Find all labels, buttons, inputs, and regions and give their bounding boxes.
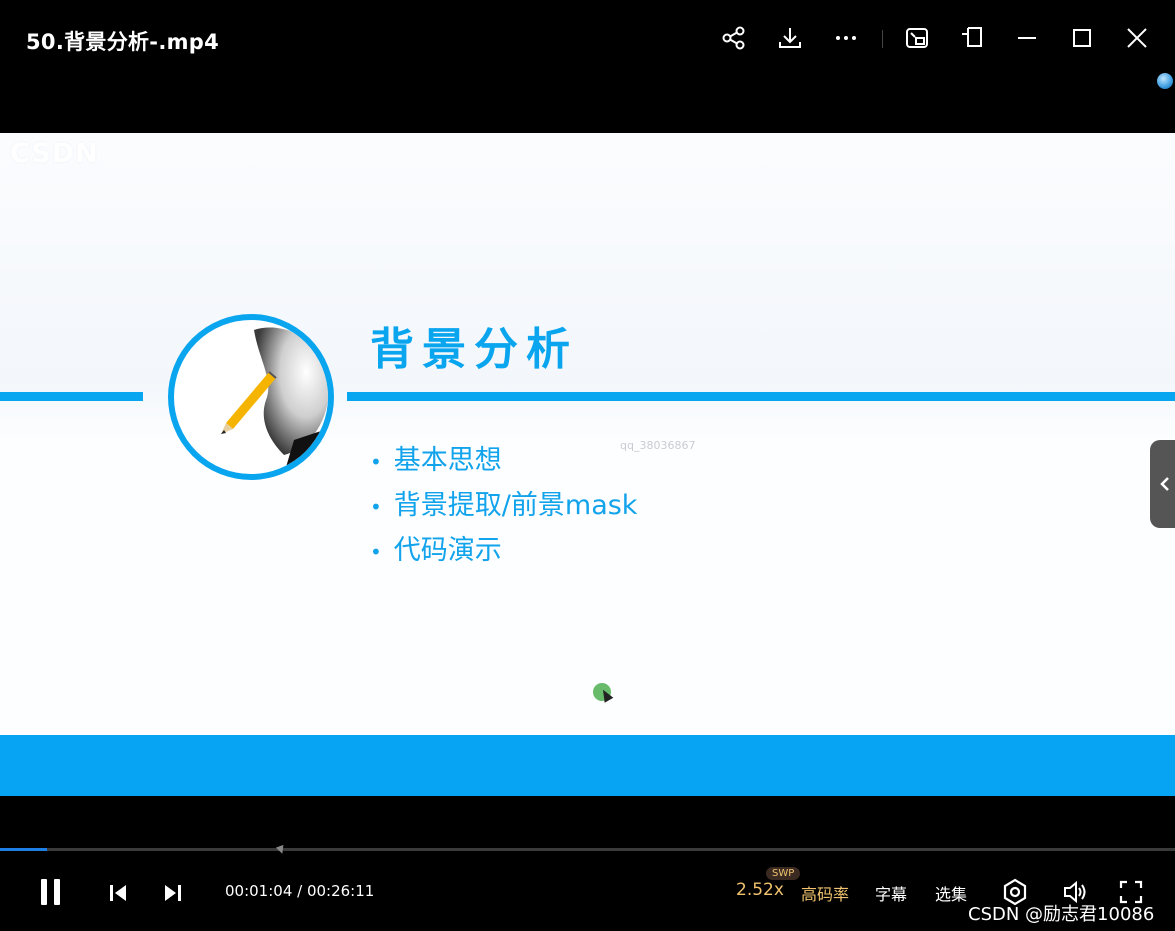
- bullet-text: 基本思想: [393, 445, 502, 476]
- download-icon[interactable]: [776, 24, 804, 52]
- video-frame[interactable]: CSDN 背景分析 qq_38036867 • 基本思想 • 背景提取/前景mask…: [0, 133, 1175, 796]
- chevron-left-icon: [1160, 477, 1169, 491]
- slide-watermark: CSDN: [10, 138, 99, 169]
- episodes-button[interactable]: 选集: [935, 881, 967, 905]
- bullet-item: • 基本思想: [370, 438, 637, 483]
- skip-next-icon: [165, 885, 181, 901]
- slide-footer-band: [0, 735, 1175, 796]
- swp-badge: SWP: [766, 867, 801, 880]
- csdn-watermark: CSDN @励志君10086: [968, 904, 1155, 925]
- title-bar: 50.背景分析-.mp4: [0, 0, 1175, 80]
- slide-heading: 背景分析: [370, 324, 578, 375]
- progress-fill: [0, 848, 47, 851]
- pencil-hand-illustration: [168, 314, 334, 480]
- skip-previous-icon: [110, 885, 126, 901]
- pause-button[interactable]: [36, 874, 66, 910]
- share-icon[interactable]: [720, 24, 748, 52]
- picture-in-picture-icon[interactable]: [903, 24, 931, 52]
- pause-icon: [41, 879, 60, 905]
- bullet-text: 代码演示: [393, 535, 502, 566]
- mouse-cursor-icon: [275, 844, 287, 856]
- close-icon[interactable]: [1123, 24, 1151, 52]
- bullet-dot: •: [370, 540, 382, 564]
- side-panel-toggle[interactable]: [1150, 440, 1175, 528]
- playback-time: 00:01:04 / 00:26:11: [225, 882, 375, 900]
- progress-track[interactable]: [0, 848, 1175, 851]
- slide-divider-left: [0, 392, 143, 401]
- floating-assistant-icon[interactable]: [1157, 73, 1173, 89]
- playback-speed-button[interactable]: 2.52x: [736, 880, 784, 900]
- window-title: 50.背景分析-.mp4: [26, 30, 220, 54]
- bullet-text: 背景提取/前景mask: [393, 490, 638, 521]
- subtitles-button[interactable]: 字幕: [875, 881, 907, 905]
- bullet-dot: •: [370, 450, 382, 474]
- more-icon[interactable]: [832, 24, 860, 52]
- maximize-icon[interactable]: [1068, 24, 1096, 52]
- previous-button[interactable]: [105, 880, 131, 906]
- minimize-icon[interactable]: [1013, 24, 1041, 52]
- toolbar-divider: [882, 30, 883, 48]
- bullet-dot: •: [370, 495, 382, 519]
- bullet-item: • 背景提取/前景mask: [370, 483, 637, 528]
- pin-window-icon[interactable]: [958, 24, 986, 52]
- bullet-item: • 代码演示: [370, 528, 637, 573]
- quality-button[interactable]: 高码率: [801, 881, 849, 905]
- next-button[interactable]: [160, 880, 186, 906]
- slide-bullet-list: • 基本思想 • 背景提取/前景mask • 代码演示: [370, 438, 637, 573]
- slide-divider-right: [347, 392, 1175, 401]
